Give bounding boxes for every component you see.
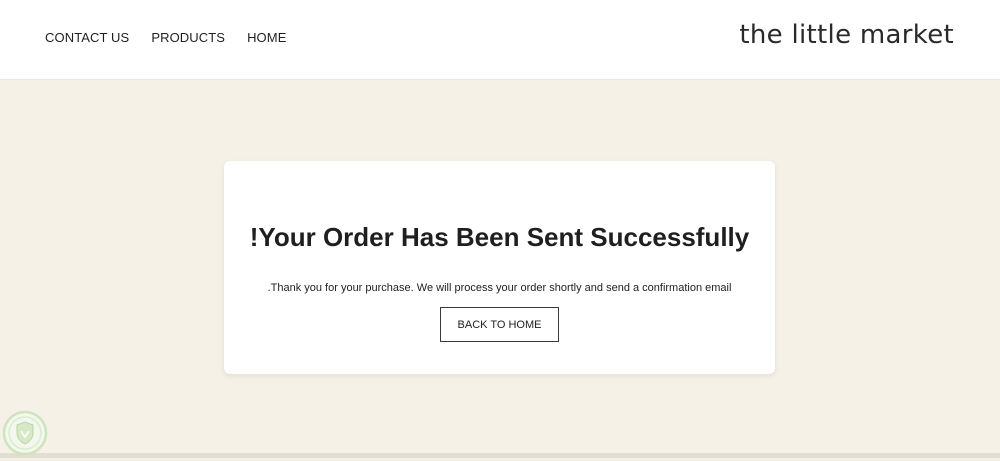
back-to-home-button[interactable]: BACK TO HOME [440, 307, 559, 342]
site-header: CONTACT US PRODUCTS HOME the little mark… [0, 0, 1000, 80]
success-message: .Thank you for your purchase. We will pr… [267, 282, 732, 294]
main-nav: CONTACT US PRODUCTS HOME [45, 30, 286, 45]
nav-products[interactable]: PRODUCTS [151, 30, 225, 45]
success-title: !Your Order Has Been Sent Successfully [249, 222, 750, 252]
site-logo-text[interactable]: the little market [739, 20, 954, 50]
footer-edge [0, 453, 1000, 458]
nav-home[interactable]: HOME [247, 30, 286, 45]
shield-icon[interactable] [2, 410, 48, 456]
main-content: !Your Order Has Been Sent Successfully .… [0, 81, 1000, 453]
nav-contact-us[interactable]: CONTACT US [45, 30, 129, 45]
order-success-card: !Your Order Has Been Sent Successfully .… [224, 161, 775, 374]
